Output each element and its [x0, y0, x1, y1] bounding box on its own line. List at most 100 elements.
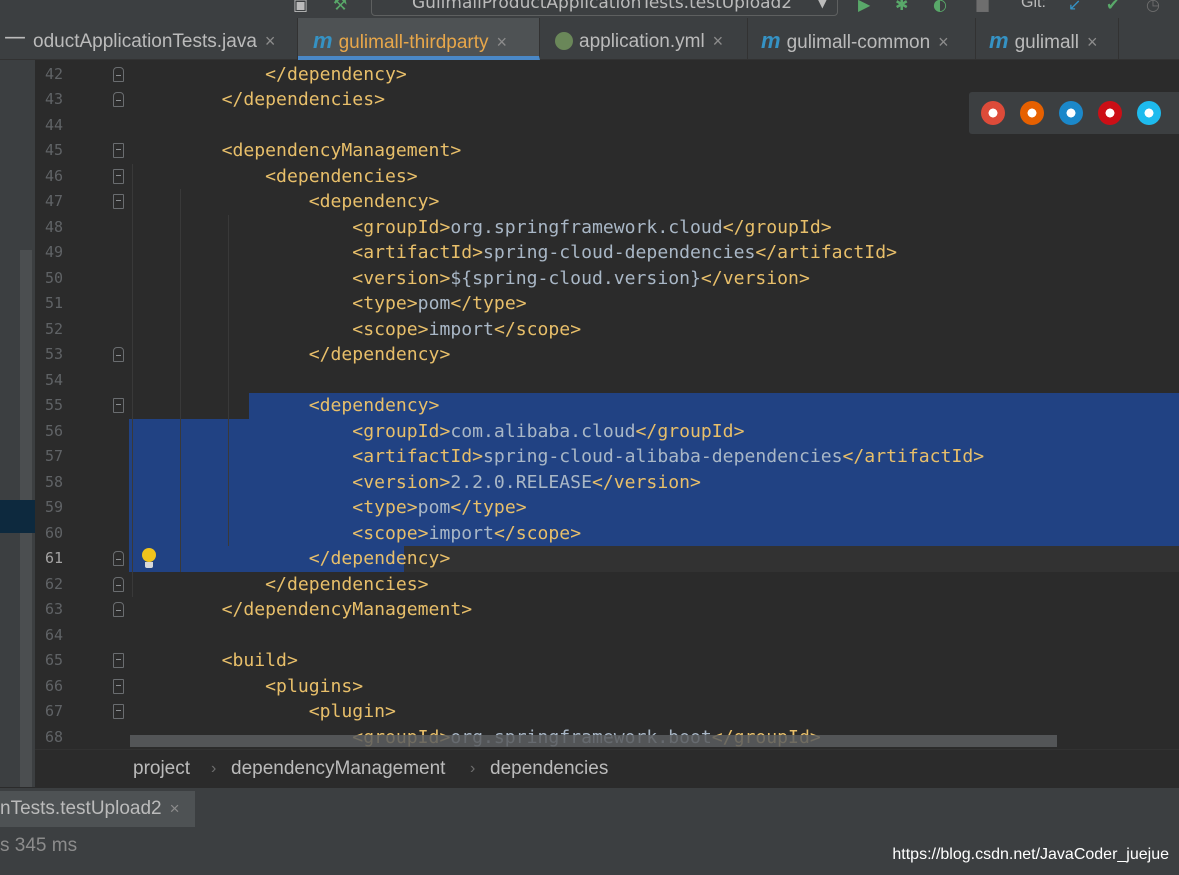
ie-icon[interactable] — [1137, 101, 1161, 125]
breadcrumb-item-dependencies[interactable]: dependencies — [490, 750, 608, 788]
git-commit-icon[interactable]: ✔ — [1106, 0, 1119, 14]
vertical-scrollbar[interactable] — [20, 250, 32, 840]
layout-icon[interactable]: ▣ — [293, 0, 308, 14]
code-text: <scope>import</scope> — [178, 521, 581, 547]
coverage-icon[interactable]: ◐ — [933, 0, 947, 14]
tab-label: gulimall-common — [786, 32, 931, 53]
close-icon[interactable]: × — [713, 31, 724, 51]
code-line[interactable]: 63 </dependencyManagement> — [35, 597, 1179, 623]
breadcrumb-item-project[interactable]: project — [133, 750, 190, 788]
close-icon[interactable]: × — [170, 799, 180, 818]
code-line[interactable]: 47 <dependency> — [35, 189, 1179, 215]
firefox-icon[interactable] — [1020, 101, 1044, 125]
tab-gulimall[interactable]: m gulimall × — [976, 18, 1119, 60]
run-configuration-selector[interactable]: GulimallProductApplicationTests.testUplo… — [371, 0, 838, 16]
line-number: 45 — [44, 141, 63, 159]
fold-marker-icon[interactable] — [113, 551, 124, 566]
fold-marker-icon[interactable] — [113, 92, 124, 107]
code-line[interactable]: 56 <groupId>com.alibaba.cloud</groupId> — [35, 418, 1179, 444]
fold-marker-icon[interactable] — [113, 143, 124, 158]
fold-marker-icon[interactable] — [113, 653, 124, 668]
close-icon[interactable]: × — [265, 31, 276, 51]
tab-application-yml[interactable]: application.yml × — [540, 18, 748, 60]
code-line[interactable]: 45 <dependencyManagement> — [35, 138, 1179, 164]
xml-tag: </groupId> — [722, 216, 832, 238]
fold-marker-icon[interactable] — [113, 398, 124, 413]
fold-marker-icon[interactable] — [113, 678, 124, 694]
chrome-icon[interactable] — [981, 101, 1005, 125]
xml-tag: <dependency> — [308, 191, 440, 212]
debug-icon[interactable]: ✱ — [895, 0, 908, 14]
line-number: 56 — [44, 421, 63, 440]
close-icon[interactable]: × — [497, 32, 508, 52]
breadcrumb: project › dependencyManagement › depende… — [35, 749, 1179, 787]
line-number: 50 — [44, 268, 63, 287]
spring-icon — [555, 32, 573, 50]
fold-marker-icon[interactable] — [113, 194, 124, 209]
fold-marker-icon[interactable] — [113, 66, 124, 82]
line-number: 44 — [44, 115, 63, 134]
code-text: <version>2.2.0.RELEASE</version> — [178, 470, 701, 496]
code-line[interactable]: 55 <dependency> — [35, 393, 1179, 419]
code-line[interactable]: 65 <build> — [35, 648, 1179, 674]
code-line[interactable]: 66 <plugins> — [35, 674, 1179, 700]
fold-marker-icon[interactable] — [113, 704, 124, 719]
xml-tag: </version> — [700, 267, 810, 289]
fold-marker-icon[interactable] — [113, 168, 124, 184]
code-line[interactable]: 64 — [35, 623, 1179, 649]
tab-gulimall-thirdparty[interactable]: m gulimall-thirdparty × — [298, 18, 540, 60]
code-line[interactable]: 49 <artifactId>spring-cloud-dependencies… — [35, 240, 1179, 266]
code-line[interactable]: 58 <version>2.2.0.RELEASE</version> — [35, 469, 1179, 496]
xml-tag: <version> — [352, 267, 451, 289]
indent-guide — [180, 189, 181, 572]
git-update-icon[interactable]: ↙ — [1068, 0, 1081, 14]
fold-marker-icon[interactable] — [113, 602, 124, 617]
code-line[interactable]: 61 </dependency> — [35, 546, 1179, 572]
code-line[interactable]: 59 <type>pom</type> — [35, 495, 1179, 521]
xml-tag: </dependency> — [308, 344, 451, 365]
close-icon[interactable]: × — [1087, 32, 1098, 52]
breadcrumb-item-dependency-management[interactable]: dependencyManagement — [231, 750, 445, 788]
lightbulb-icon[interactable] — [141, 548, 157, 570]
tab-gulimall-common[interactable]: m gulimall-common × — [748, 18, 976, 60]
collapse-icon[interactable]: — — [0, 18, 30, 60]
safari-icon[interactable] — [1059, 101, 1083, 125]
fold-marker-icon[interactable] — [113, 576, 124, 592]
close-icon[interactable]: × — [938, 32, 949, 52]
code-editor[interactable]: 68 <groupId>org.springframework.boot</gr… — [35, 60, 1179, 749]
line-number: 52 — [44, 319, 63, 338]
code-line[interactable]: 48 <groupId>org.springframework.cloud</g… — [35, 215, 1179, 241]
xml-text: org.springframework.cloud — [450, 216, 723, 238]
line-number: 64 — [44, 625, 63, 644]
code-line[interactable]: 57 <artifactId>spring-cloud-alibaba-depe… — [35, 444, 1179, 470]
opera-icon[interactable] — [1098, 101, 1122, 125]
selected-tree-item[interactable] — [0, 500, 35, 533]
build-hammer-icon[interactable]: ⚒ — [333, 0, 347, 14]
horizontal-scrollbar[interactable] — [130, 735, 1057, 747]
stop-icon[interactable]: ■ — [975, 0, 990, 14]
line-number: 62 — [44, 574, 63, 593]
xml-tag: <dependencies> — [265, 165, 418, 187]
tab-product-application-tests[interactable]: oductApplicationTests.java × — [30, 18, 298, 60]
code-line[interactable]: 60 <scope>import</scope> — [35, 520, 1179, 547]
code-line[interactable]: 53 </dependency> — [35, 342, 1179, 368]
code-line[interactable]: 50 <version>${spring-cloud.version}</ver… — [35, 266, 1179, 292]
run-tab-test-upload2[interactable]: nTests.testUpload2 × — [0, 791, 195, 827]
fold-marker-icon[interactable] — [113, 347, 124, 362]
code-line[interactable]: 46 <dependencies> — [35, 164, 1179, 190]
xml-tag: </artifactId> — [842, 446, 985, 467]
code-line[interactable]: 51 <type>pom</type> — [35, 291, 1179, 317]
history-icon[interactable]: ◷ — [1146, 0, 1160, 14]
xml-text: import — [428, 522, 494, 544]
run-icon[interactable]: ▶ — [858, 0, 870, 14]
xml-tag: </artifactId> — [755, 242, 897, 263]
xml-tag: <groupId> — [352, 420, 451, 442]
maven-icon: m — [761, 28, 781, 53]
code-line[interactable]: 42 </dependency> — [35, 62, 1179, 88]
code-line[interactable]: 52 <scope>import</scope> — [35, 317, 1179, 343]
tab-label: oductApplicationTests.java — [33, 31, 257, 52]
code-line[interactable]: 62 </dependencies> — [35, 572, 1179, 598]
code-line[interactable]: 67 <plugin> — [35, 699, 1179, 725]
code-line[interactable]: 54 — [35, 368, 1179, 394]
left-tool-strip — [0, 60, 35, 840]
